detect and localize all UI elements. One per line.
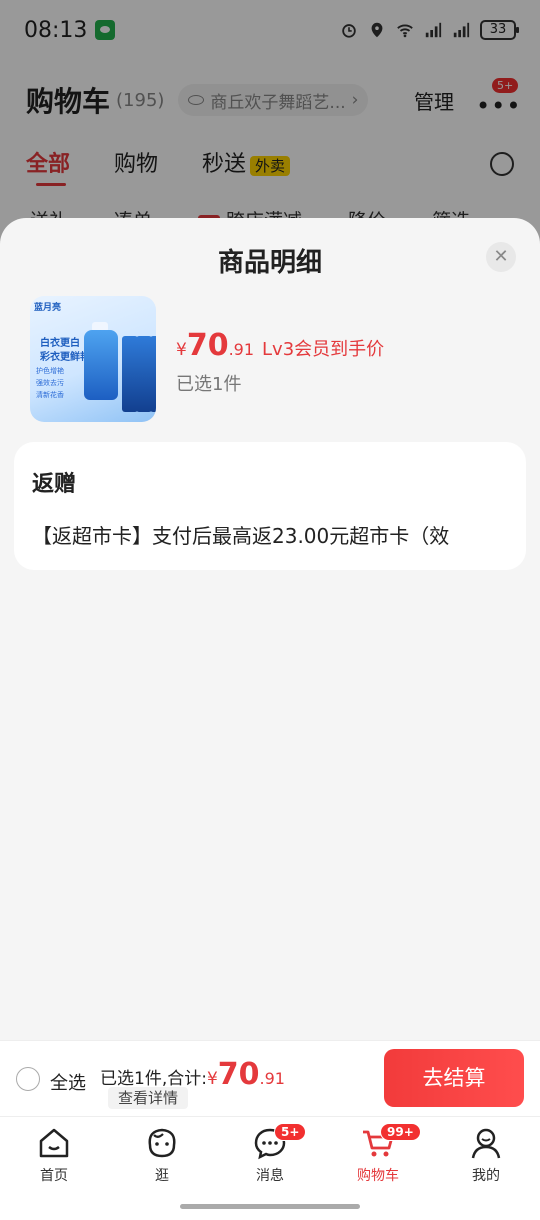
product-image[interactable]: 蓝月亮 白衣更白 彩衣更鲜艳 护色增艳 强效去污 清新花香 bbox=[30, 296, 156, 422]
messages-badge: 5+ bbox=[274, 1123, 307, 1141]
nav-label-profile: 我的 bbox=[472, 1168, 500, 1184]
nav-item-messages[interactable]: 5+ 消息 bbox=[216, 1123, 324, 1185]
gift-title: 返赠 bbox=[32, 472, 77, 497]
selected-count: 已选1件 bbox=[176, 374, 242, 395]
summary-text: 已选1件,合计: bbox=[100, 1069, 207, 1089]
product-detail-sheet: 商品明细 ✕ 蓝月亮 白衣更白 彩衣更鲜艳 护色增艳 强效去污 清新花香 ¥ 7… bbox=[0, 218, 540, 1040]
nav-label-cart: 购物车 bbox=[357, 1168, 399, 1184]
cart-badge: 99+ bbox=[380, 1123, 421, 1141]
select-all-label[interactable]: 全选 bbox=[50, 1069, 86, 1095]
view-details-button[interactable]: 查看详情 bbox=[108, 1087, 189, 1109]
product-image-brand: 蓝月亮 bbox=[34, 303, 62, 313]
price-label: Lv3会员到手价 bbox=[262, 339, 385, 360]
nav-label-browse: 逛 bbox=[155, 1168, 169, 1184]
home-indicator[interactable] bbox=[180, 1204, 360, 1209]
detergent-pouch bbox=[150, 336, 156, 412]
nav-item-cart[interactable]: 99+ 购物车 bbox=[324, 1123, 432, 1185]
product-image-feature-3: 清新花香 bbox=[36, 391, 64, 399]
price-integer: 70 bbox=[186, 328, 229, 363]
price-decimal: .91 bbox=[228, 340, 255, 359]
total-integer: 70 bbox=[217, 1057, 260, 1092]
price-currency: ¥ bbox=[176, 340, 187, 360]
sheet-title: 商品明细 bbox=[217, 248, 322, 278]
nav-item-home[interactable]: 首页 bbox=[0, 1125, 108, 1185]
gift-text: 【返超市卡】支付后最高返23.00元超市卡（效 bbox=[32, 524, 450, 548]
checkout-button[interactable]: 去结算 bbox=[384, 1049, 524, 1107]
product-image-feature-1: 护色增艳 bbox=[36, 367, 64, 375]
gift-card: 返赠 【返超市卡】支付后最高返23.00元超市卡（效 bbox=[14, 442, 526, 570]
home-icon bbox=[39, 1128, 69, 1158]
nav-label-home: 首页 bbox=[40, 1168, 68, 1184]
product-price: ¥ 70 .91 Lv3会员到手价 bbox=[176, 328, 384, 363]
close-icon[interactable]: ✕ bbox=[486, 242, 516, 272]
nav-label-messages: 消息 bbox=[256, 1168, 284, 1184]
select-all-radio[interactable] bbox=[16, 1067, 40, 1091]
total-currency: ¥ bbox=[206, 1069, 218, 1089]
checkout-bar: 全选 已选1件,合计: ¥ 70 .91 查看详情 去结算 bbox=[0, 1040, 540, 1116]
product-image-text-2: 彩衣更鲜艳 bbox=[40, 352, 90, 363]
nav-item-profile[interactable]: 我的 bbox=[432, 1125, 540, 1185]
nav-item-browse[interactable]: 逛 bbox=[108, 1125, 216, 1185]
person-icon bbox=[471, 1128, 501, 1159]
detergent-bottle bbox=[84, 330, 118, 400]
total-decimal: .91 bbox=[259, 1069, 285, 1088]
product-image-text-1: 白衣更白 bbox=[40, 338, 80, 349]
face-icon bbox=[148, 1128, 176, 1158]
product-image-feature-2: 强效去污 bbox=[36, 379, 64, 387]
